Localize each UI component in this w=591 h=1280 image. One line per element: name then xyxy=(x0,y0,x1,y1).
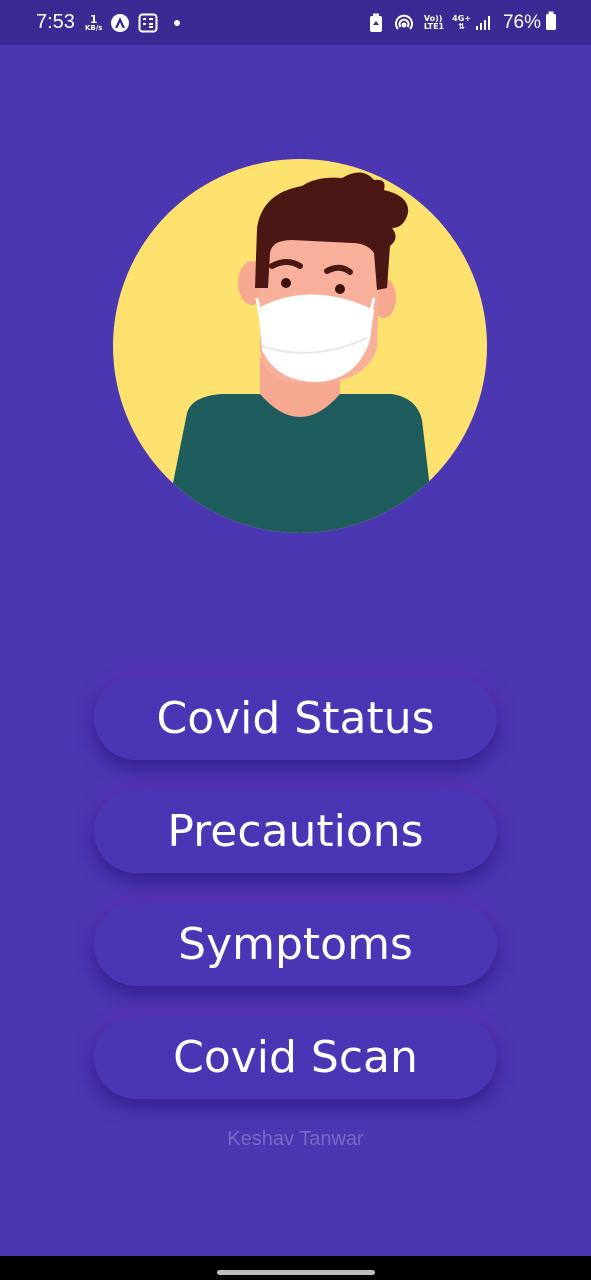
calculator-icon xyxy=(138,13,158,33)
data-arrows-icon: ⇅ xyxy=(458,21,465,31)
covid-status-button[interactable]: Covid Status xyxy=(94,676,497,760)
volte-indicator: Vo)) LTE1 xyxy=(423,14,445,31)
precautions-button[interactable]: Precautions xyxy=(94,789,497,873)
network-type: 4G+ ⇅ xyxy=(452,14,471,31)
data-saver-icon xyxy=(368,13,384,33)
battery-percent: 76% xyxy=(502,11,541,33)
status-bar-left: 7:53 1 KB/s xyxy=(36,11,181,34)
clock: 7:53 xyxy=(36,11,75,33)
notification-dot-icon xyxy=(174,19,181,26)
home-gesture-handle[interactable] xyxy=(216,1269,375,1275)
masked-person-illustration xyxy=(112,158,488,534)
battery-icon xyxy=(545,11,557,35)
signal-strength-icon xyxy=(475,15,491,31)
app-a-icon xyxy=(110,13,130,33)
hotspot-icon xyxy=(392,13,416,33)
navigation-bar xyxy=(0,1256,591,1280)
main-menu: Covid Status Precautions Symptoms Covid … xyxy=(94,676,497,1128)
status-bar-right: Vo)) LTE1 4G+ ⇅ 76% xyxy=(368,11,557,35)
network-speed-value: 1 xyxy=(89,12,98,26)
volte-bottom-text: LTE1 xyxy=(423,21,445,31)
symptoms-button[interactable]: Symptoms xyxy=(94,902,497,986)
covid-scan-button[interactable]: Covid Scan xyxy=(94,1015,497,1099)
status-bar: 7:53 1 KB/s Vo)) LTE1 4G+ ⇅ 76% xyxy=(0,0,591,45)
author-credit: Keshav Tanwar xyxy=(227,1128,364,1150)
network-speed-unit: KB/s xyxy=(84,23,103,32)
app-screen: 7:53 1 KB/s Vo)) LTE1 4G+ ⇅ 76% Covid St… xyxy=(0,0,591,1280)
network-speed: 1 KB/s xyxy=(85,14,102,32)
